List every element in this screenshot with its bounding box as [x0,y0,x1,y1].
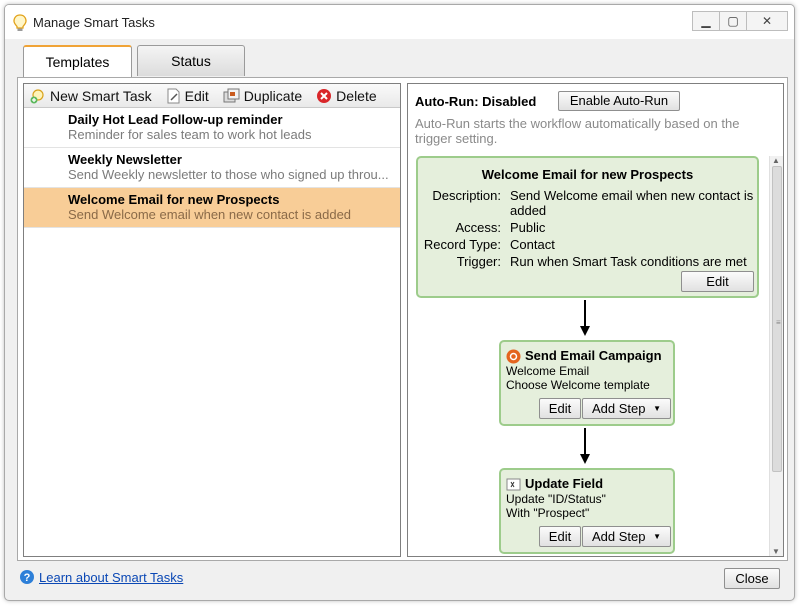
svg-text:?: ? [24,572,31,584]
step-detail-1: Update "ID/Status" [506,492,606,506]
manage-smart-tasks-window: Manage Smart Tasks ▁ ▢ ✕ Templates Statu… [4,4,795,601]
trigger-value: Run when Smart Task conditions are met [510,254,747,269]
window-title: Manage Smart Tasks [33,15,155,30]
enable-autorun-button[interactable]: Enable Auto-Run [558,91,680,111]
close-window-button[interactable]: ✕ [746,11,788,31]
step-update-field: Update Field Update "ID/Status" With "Pr… [499,468,675,554]
new-smart-task-label: New Smart Task [50,87,152,104]
email-campaign-icon [506,349,521,364]
edit-icon [167,88,180,103]
step-send-email-campaign: Send Email Campaign Welcome Email Choose… [499,340,675,426]
scroll-up-icon[interactable]: ▲ [772,156,780,165]
task-title: Weekly Newsletter [68,152,182,167]
step-edit-button[interactable]: Edit [539,398,581,419]
tab-templates[interactable]: Templates [23,45,132,78]
tab-status[interactable]: Status [137,45,245,76]
minimize-button[interactable]: ▁ [692,11,720,31]
workflow-scrollbar[interactable]: ▲ ≡ ▼ [769,156,783,556]
help-icon[interactable]: ? [19,569,35,585]
templates-panel: New Smart Task Edit Duplicate Delete Dai… [17,77,788,561]
trigger-edit-button[interactable]: Edit [681,271,754,292]
trigger-card-title: Welcome Email for new Prospects [481,167,694,182]
learn-about-smart-tasks-link[interactable]: Learn about Smart Tasks [39,570,183,585]
scroll-down-icon[interactable]: ▼ [772,547,780,556]
close-button[interactable]: Close [724,568,780,589]
access-key: Access: [455,220,501,235]
add-step-button[interactable]: Add Step ▼ [582,398,671,419]
flow-arrow-icon [580,326,590,336]
task-item-weekly-newsletter[interactable]: Weekly Newsletter Send Weekly newsletter… [24,148,400,188]
access-value: Public [510,220,546,235]
autorun-status: Auto-Run: Disabled [415,94,537,109]
step-detail-1: Welcome Email [506,364,590,378]
task-title: Daily Hot Lead Follow-up reminder [68,112,283,127]
step-edit-button[interactable]: Edit [539,526,581,547]
step-title: Send Email Campaign [525,348,662,363]
record-type-key: Record Type: [423,237,501,252]
step-detail-2: With "Prospect" [506,506,590,520]
dropdown-caret-icon: ▼ [653,532,661,541]
workflow-panel: Auto-Run: Disabled Enable Auto-Run Auto-… [407,83,784,557]
record-type-value: Contact [510,237,555,252]
new-smart-task-button[interactable]: New Smart Task [30,88,152,104]
edit-label: Edit [184,87,209,104]
task-description: Send Welcome email when new contact is a… [68,207,352,222]
delete-button[interactable]: Delete [316,87,377,104]
description-value: Send Welcome email when new contact is a… [510,188,754,218]
delete-label: Delete [336,87,377,104]
edit-button[interactable]: Edit [166,88,209,104]
title-bar: Manage Smart Tasks ▁ ▢ ✕ [5,5,794,39]
task-description: Send Weekly newsletter to those who sign… [68,167,389,182]
add-step-label: Add Step [592,401,646,416]
smart-task-list: New Smart Task Edit Duplicate Delete Dai… [23,83,401,557]
grip-icon: ≡ [776,318,781,327]
step-title: Update Field [525,476,604,491]
step-detail-2: Choose Welcome template [506,378,650,392]
new-task-icon [30,88,44,103]
flow-connector [584,428,586,454]
maximize-button[interactable]: ▢ [719,11,747,31]
update-field-icon [506,478,521,491]
duplicate-label: Duplicate [243,87,303,104]
dropdown-caret-icon: ▼ [653,404,661,413]
trigger-key: Trigger: [456,254,501,269]
task-item-daily-hot-lead[interactable]: Daily Hot Lead Follow-up reminder Remind… [24,108,400,148]
description-key: Description: [432,188,501,203]
duplicate-icon [223,88,240,102]
task-item-welcome-email[interactable]: Welcome Email for new Prospects Send Wel… [24,188,400,228]
task-title: Welcome Email for new Prospects [68,192,280,207]
lightbulb-icon [13,14,27,31]
trigger-card: Welcome Email for new Prospects Descript… [416,156,759,298]
scroll-thumb[interactable]: ≡ [772,166,782,472]
add-step-button[interactable]: Add Step ▼ [582,526,671,547]
flow-connector [584,300,586,326]
window-controls: ▁ ▢ ✕ [692,11,788,31]
flow-arrow-icon [580,454,590,464]
list-toolbar: New Smart Task Edit Duplicate Delete [24,84,400,108]
delete-icon [317,88,332,103]
task-description: Reminder for sales team to work hot lead… [68,127,312,142]
add-step-label: Add Step [592,529,646,544]
autorun-description: Auto-Run starts the workflow automatical… [415,116,740,146]
duplicate-button[interactable]: Duplicate [223,88,302,104]
